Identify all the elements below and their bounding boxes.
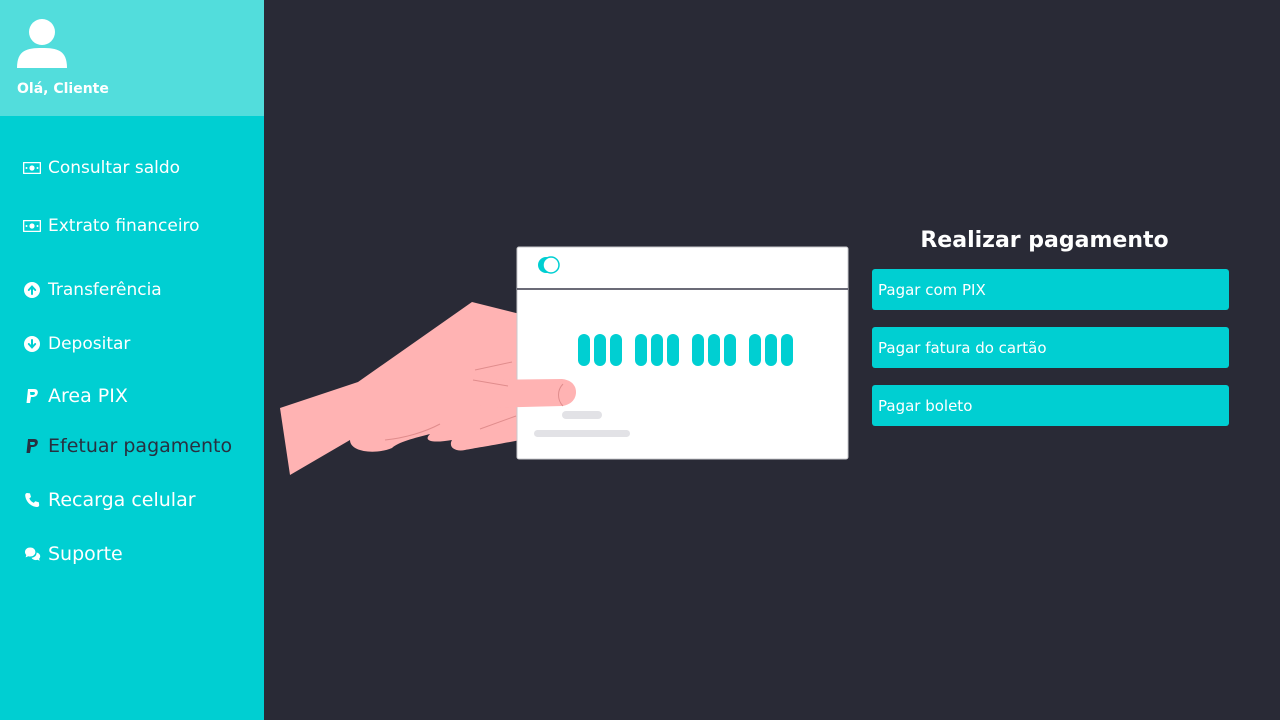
sidebar-item-transferencia[interactable]: Transferência	[23, 280, 162, 300]
sidebar-item-recarga-celular[interactable]: Recarga celular	[23, 489, 196, 511]
sidebar-item-label: Suporte	[48, 543, 123, 565]
sidebar: Olá, Cliente Consultar saldo Extrato fin…	[0, 0, 264, 720]
greeting-text: Olá, Cliente	[17, 81, 109, 97]
sidebar-item-efetuar-pagamento[interactable]: Efetuar pagamento	[23, 435, 232, 457]
sidebar-item-label: Depositar	[48, 334, 131, 354]
user-icon	[17, 19, 67, 68]
sidebar-item-area-pix[interactable]: Area PIX	[23, 385, 128, 407]
sidebar-item-extrato-financeiro[interactable]: Extrato financeiro	[23, 216, 200, 236]
chat-icon	[23, 545, 41, 563]
arrow-down-circle-icon	[23, 335, 41, 353]
payment-title: Realizar pagamento	[920, 228, 1169, 253]
pay-boleto-button[interactable]: Pagar boleto	[872, 385, 1229, 426]
pay-card-invoice-button[interactable]: Pagar fatura do cartão	[872, 327, 1229, 368]
arrow-up-circle-icon	[23, 281, 41, 299]
sidebar-item-label: Efetuar pagamento	[48, 435, 233, 457]
hand-holding-card-illustration	[280, 246, 849, 475]
sidebar-item-depositar[interactable]: Depositar	[23, 334, 130, 354]
sidebar-item-label: Transferência	[48, 280, 162, 300]
paypal-icon	[23, 387, 41, 405]
money-icon	[23, 217, 41, 235]
profile-header: Olá, Cliente	[0, 0, 264, 116]
sidebar-item-label: Consultar saldo	[48, 158, 181, 178]
money-icon	[23, 159, 41, 177]
phone-icon	[23, 491, 41, 509]
sidebar-item-consultar-saldo[interactable]: Consultar saldo	[23, 158, 180, 178]
sidebar-item-label: Area PIX	[48, 385, 128, 407]
paypal-icon	[23, 437, 41, 455]
sidebar-item-suporte[interactable]: Suporte	[23, 543, 123, 565]
sidebar-item-label: Extrato financeiro	[48, 216, 200, 236]
sidebar-item-label: Recarga celular	[48, 489, 196, 511]
pay-pix-button[interactable]: Pagar com PIX	[872, 269, 1229, 310]
